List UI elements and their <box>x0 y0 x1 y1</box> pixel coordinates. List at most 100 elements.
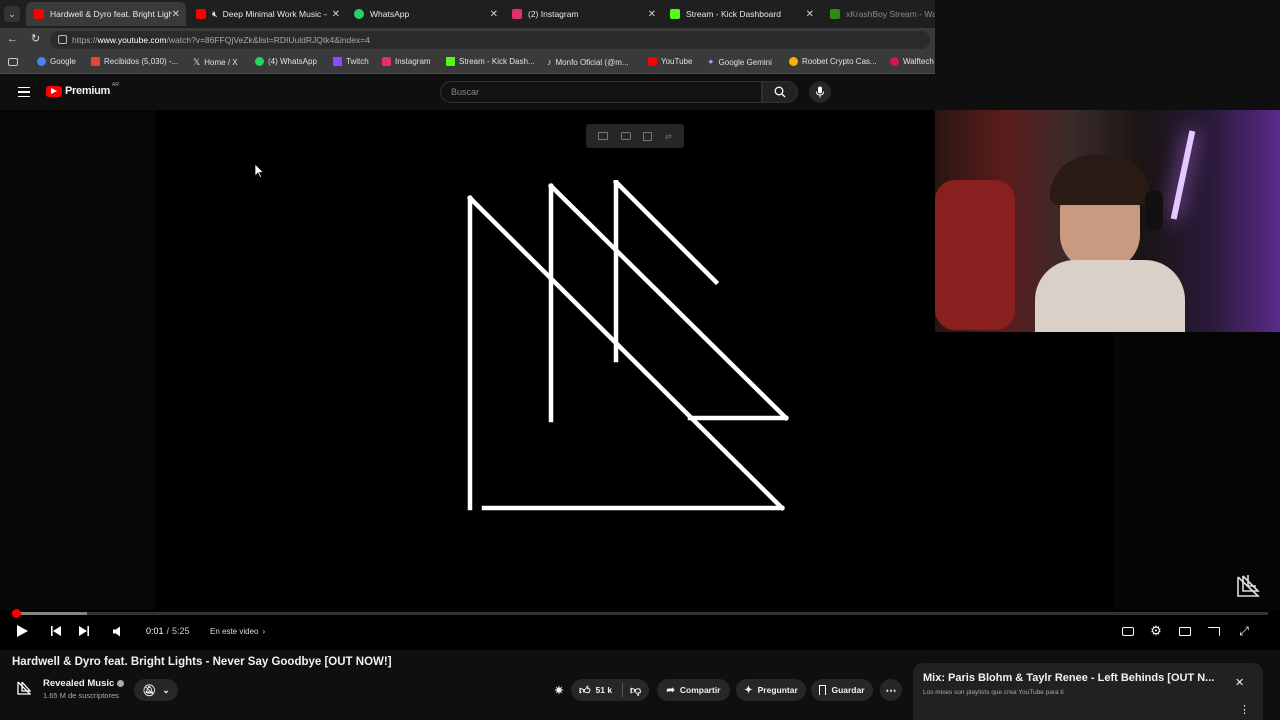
chapter-label: En este video <box>210 626 259 636</box>
url-domain: www.youtube.com <box>97 35 167 45</box>
voice-search-button[interactable] <box>809 81 831 103</box>
miniplayer-button[interactable] <box>1177 622 1193 640</box>
bookmark-label: YouTube <box>661 57 693 66</box>
revealed-logo-video-art <box>466 180 790 512</box>
close-tab-icon[interactable]: ✕ <box>332 9 340 20</box>
tab-deep-minimal[interactable]: 🔇︎ Deep Minimal Work Music — ✕ <box>188 2 346 26</box>
skip-next-icon <box>79 626 89 636</box>
mix-playlist-panel[interactable]: Mix: Paris Blohm & Taylr Renee - Left Be… <box>913 663 1263 720</box>
bookmark-gmail[interactable]: Recibidos (5,030) -... <box>91 57 178 66</box>
youtube-premium-logo[interactable]: Premium AR <box>46 82 119 97</box>
subscription-bell-button[interactable]: 🔕︎ ⌄ <box>134 679 178 701</box>
next-button[interactable] <box>76 622 92 640</box>
mouse-cursor-icon <box>255 164 264 178</box>
close-tab-icon[interactable]: ✕ <box>648 9 656 20</box>
channel-name[interactable]: Revealed Music <box>43 678 114 689</box>
bookmark-kick[interactable]: Stream - Kick Dash... <box>446 57 535 66</box>
video-title: Hardwell & Dyro feat. Bright Lights - Ne… <box>12 656 392 668</box>
cast-button[interactable] <box>1206 622 1222 640</box>
scrubber-handle[interactable] <box>11 609 21 618</box>
search-button[interactable] <box>762 81 798 103</box>
subtitles-button[interactable] <box>1120 622 1136 640</box>
progress-loaded <box>12 612 88 615</box>
more-actions-button[interactable]: ⋯ <box>880 679 902 701</box>
browser-tab-bar: ⌄ Hardwell & Dyro feat. Bright Light ✕ 🔇… <box>0 0 935 28</box>
bookmark-tiktok[interactable]: ♪ Monfo Oficial (@m... <box>547 57 629 67</box>
whatsapp-favicon-icon <box>354 9 364 19</box>
url-field[interactable]: https://www.youtube.com/watch?v=86FFQjVe… <box>50 31 930 49</box>
volume-icon <box>112 626 120 636</box>
tab-label: Stream - Kick Dashboard <box>686 9 781 19</box>
site-info-icon[interactable] <box>58 35 67 44</box>
previous-button[interactable] <box>48 622 64 640</box>
create-button[interactable]: ✷ <box>547 679 571 701</box>
translate-icon[interactable]: ⇄ <box>665 132 672 141</box>
skip-previous-icon <box>51 626 61 636</box>
kick-icon <box>446 57 455 66</box>
search-input[interactable]: Buscar <box>440 81 762 103</box>
video-player[interactable]: ⇄ <box>0 110 1280 650</box>
tab-list-dropdown-icon[interactable]: ⌄ <box>4 6 20 22</box>
bookmark-gemini[interactable]: ✦ Google Gemini <box>707 57 772 68</box>
mix-subtitle: Los mixes son playlists que crea YouTube… <box>923 689 1064 696</box>
instagram-favicon-icon <box>512 9 522 19</box>
tab-xkrashboy[interactable]: xKrashBoy Stream - Watch <box>822 2 935 26</box>
reload-icon[interactable]: ↻ <box>31 32 40 45</box>
webcam-light-strip <box>1170 130 1196 220</box>
bookmark-label: Home / X <box>204 58 238 67</box>
muted-speaker-icon[interactable]: 🔇︎ <box>212 9 218 20</box>
dislike-button[interactable]: 👎︎ <box>630 684 641 697</box>
bookmark-whatsapp[interactable]: (4) WhatsApp <box>255 57 317 66</box>
like-button[interactable]: 👍︎ 51 k <box>571 684 612 697</box>
tiktok-icon: ♪ <box>547 57 552 67</box>
miniplayer-icon <box>1179 626 1191 636</box>
volume-button[interactable] <box>110 622 126 640</box>
tab-hardwell[interactable]: Hardwell & Dyro feat. Bright Light ✕ <box>26 2 186 26</box>
back-arrow-icon[interactable]: ← <box>7 33 18 45</box>
channel-avatar[interactable] <box>14 678 34 698</box>
settings-button[interactable]: ⚙ <box>1148 622 1164 640</box>
tab-kick-dashboard[interactable]: Stream - Kick Dashboard ✕ <box>662 2 820 26</box>
tab-label: xKrashBoy Stream - Watch <box>846 9 935 19</box>
close-tab-icon[interactable]: ✕ <box>490 9 498 20</box>
close-tab-icon[interactable]: ✕ <box>806 9 814 20</box>
bookmark-youtube[interactable]: YouTube <box>648 57 692 66</box>
screenshot-icon[interactable] <box>620 132 631 140</box>
menu-icon[interactable] <box>18 87 30 97</box>
tab-whatsapp[interactable]: WhatsApp ✕ <box>346 2 504 26</box>
bookmark-label: Instagram <box>395 57 431 66</box>
webcam-red-chair <box>935 180 1015 330</box>
close-tab-icon[interactable]: ✕ <box>172 9 180 20</box>
bookmark-walftech[interactable]: Walftech <box>890 57 934 66</box>
chapters-button[interactable]: En este video › <box>210 622 265 640</box>
bookmark-twitch[interactable]: Twitch <box>333 57 369 66</box>
reading-list-icon[interactable] <box>8 58 18 66</box>
bookmark-x[interactable]: 𝕏 Home / X <box>193 57 238 68</box>
close-icon[interactable]: ✕ <box>1235 676 1244 689</box>
video-overlay-toolbar: ⇄ <box>586 124 684 148</box>
tab-instagram[interactable]: (2) Instagram ✕ <box>504 2 662 26</box>
whatsapp-icon <box>255 57 264 66</box>
sparkle-icon: ✦ <box>744 684 753 696</box>
total-time: 5:25 <box>172 626 190 636</box>
share-button[interactable]: ➦ Compartir <box>657 679 730 701</box>
bookmark-instagram[interactable]: Instagram <box>382 57 431 66</box>
play-button[interactable] <box>14 622 30 640</box>
url-path: /watch?v=86FFQjVeZk&list=RDIUuldRJQtk4&i… <box>166 35 370 45</box>
logo-text: Premium <box>65 85 110 97</box>
sparkle-create-icon: ✷ <box>554 684 564 697</box>
bell-off-icon: 🔕︎ <box>142 684 157 697</box>
ask-button[interactable]: ✦ Preguntar <box>736 679 806 701</box>
save-button[interactable]: Guardar <box>811 679 873 701</box>
url-prefix: https:// <box>72 35 98 45</box>
progress-bar[interactable] <box>11 609 1268 618</box>
more-vertical-icon[interactable]: ⋮ <box>1239 703 1250 716</box>
bookmark-label: Stream - Kick Dash... <box>459 57 535 66</box>
edit-icon[interactable] <box>643 131 653 141</box>
thumbs-up-icon: 👍︎ <box>579 684 591 697</box>
pip-icon[interactable] <box>598 132 609 140</box>
fullscreen-button[interactable]: ⤢ <box>1236 622 1252 640</box>
bookmark-roobet[interactable]: Roobet Crypto Cas... <box>789 57 877 66</box>
video-letterbox-left <box>0 110 156 610</box>
bookmark-google[interactable]: Google <box>37 57 76 66</box>
